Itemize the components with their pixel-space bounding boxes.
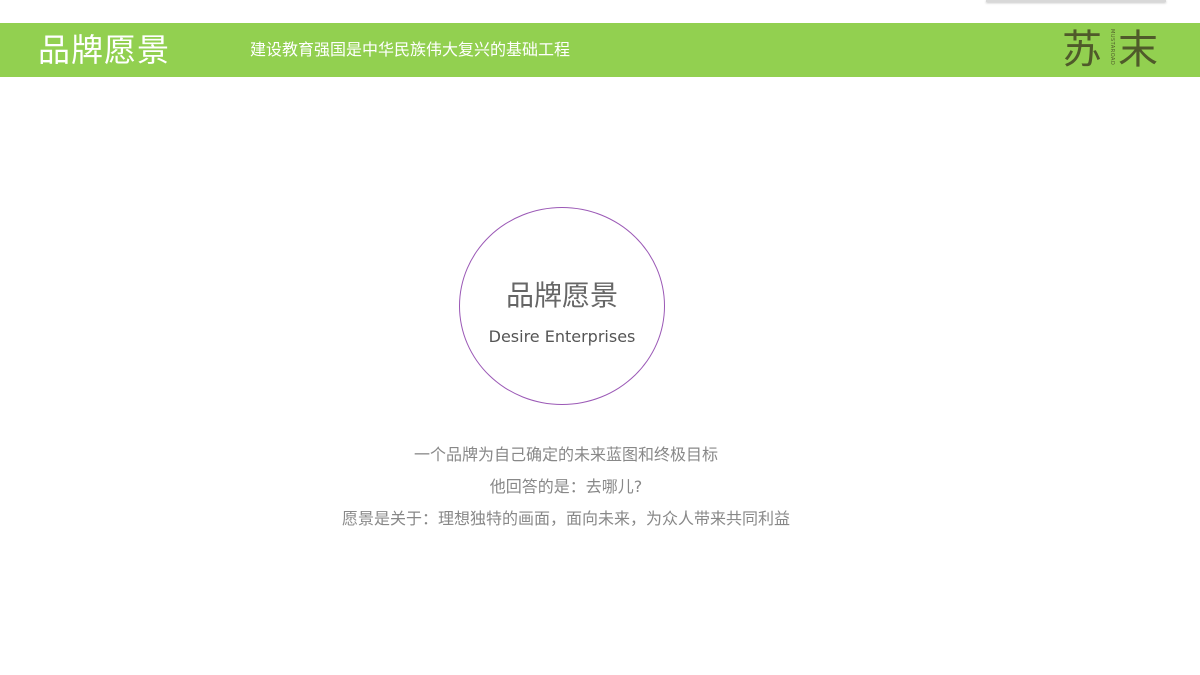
header-band [0,23,1200,77]
top-edge-shape [986,0,1166,2]
logo-char-1: 苏 [1062,27,1102,73]
description-line-3: 愿景是关于：理想独特的画面，面向未来，为众人带来共同利益 [341,509,790,528]
brand-logo: 苏 MUSTAROAD 末 [1060,23,1164,77]
circle-title: 品牌愿景 [505,279,618,312]
description-line-2: 他回答的是：去哪儿? [489,477,643,496]
circle-subtitle: Desire Enterprises [488,327,636,346]
logo-vertical-text: MUSTAROAD [1109,29,1115,66]
header-slogan: 建设教育强国是中华民族伟大复兴的基础工程 [250,40,571,59]
logo-char-2: 末 [1118,27,1158,73]
description-line-1: 一个品牌为自己确定的未来蓝图和终极目标 [413,445,718,464]
page-title: 品牌愿景 [38,31,171,69]
